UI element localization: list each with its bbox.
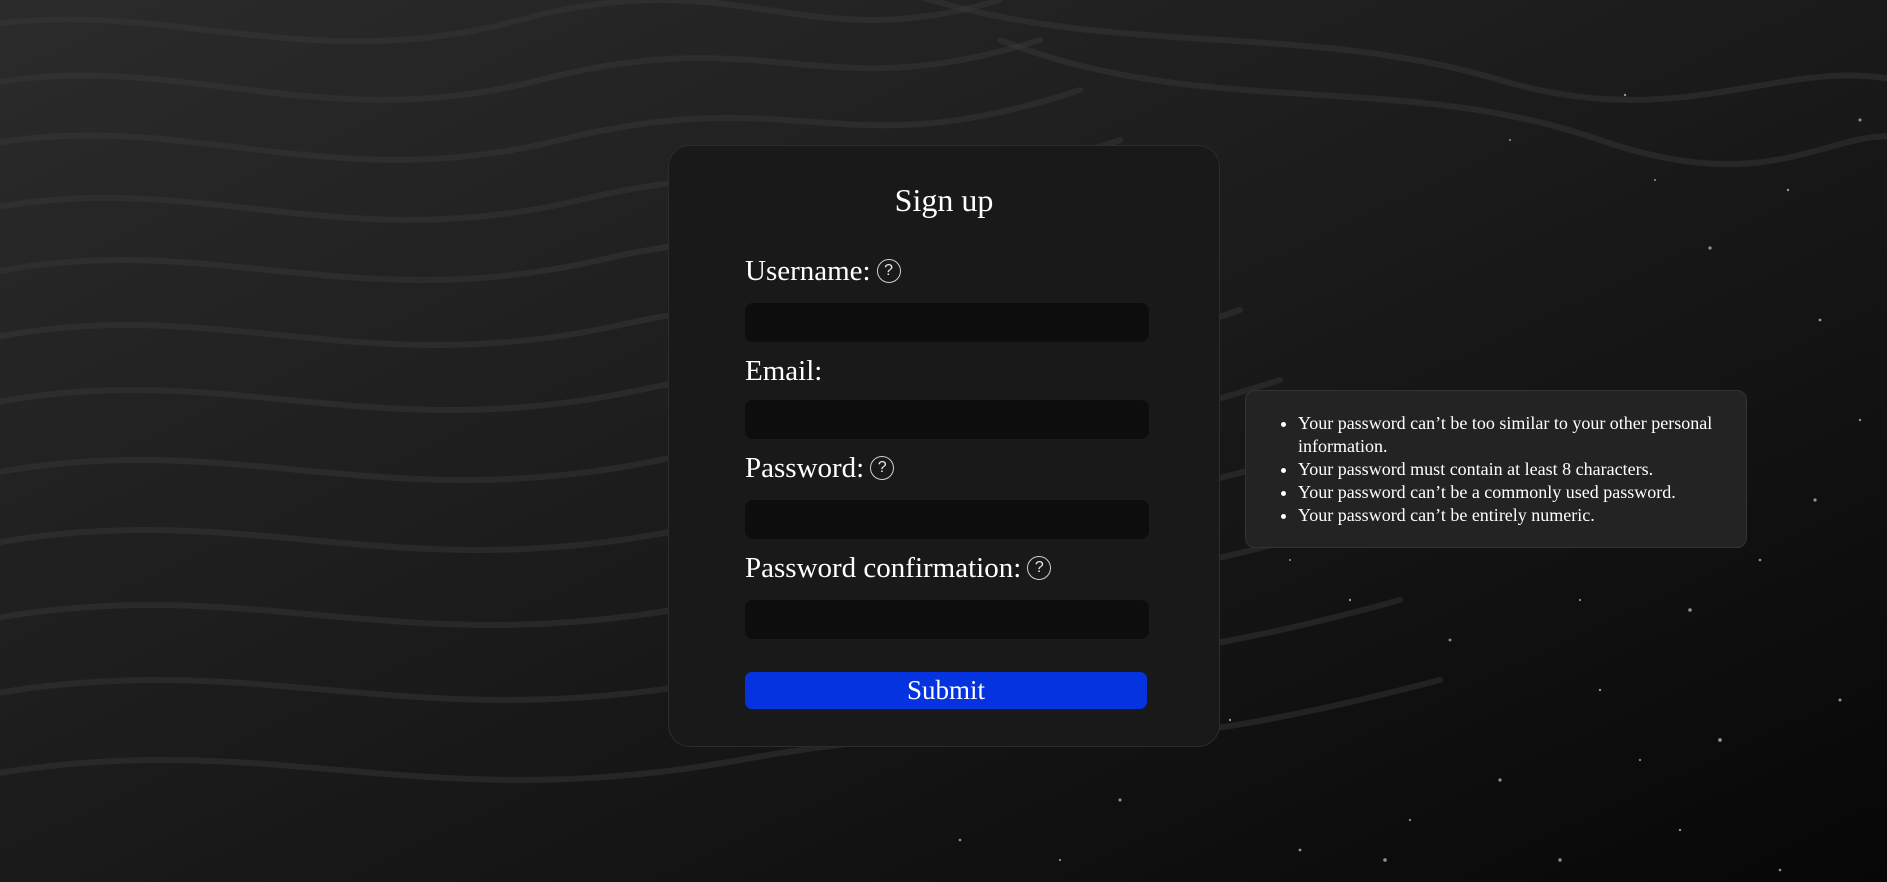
password-label-text: Password:	[745, 452, 865, 484]
password-input[interactable]	[745, 500, 1149, 539]
username-label: Username: ?	[745, 253, 901, 289]
email-label: Email:	[745, 353, 822, 389]
password-confirmation-label: Password confirmation: ?	[745, 550, 1052, 586]
submit-button[interactable]: Submit	[745, 672, 1147, 709]
email-label-text: Email:	[745, 355, 823, 387]
password-help-icon[interactable]: ?	[870, 456, 895, 480]
password-requirements-list: Your password can’t be too similar to yo…	[1246, 412, 1722, 527]
password-requirements-panel: Your password can’t be too similar to yo…	[1245, 390, 1747, 548]
signup-card: Sign up Username: ? Email: Password: ? P…	[668, 145, 1220, 747]
password-requirement-item: Your password can’t be too similar to yo…	[1298, 412, 1722, 458]
password-confirmation-label-text: Password confirmation:	[745, 552, 1022, 584]
username-label-text: Username:	[745, 255, 871, 287]
username-input[interactable]	[745, 303, 1149, 342]
email-input[interactable]	[745, 400, 1149, 439]
username-help-icon[interactable]: ?	[876, 259, 901, 283]
password-requirement-item: Your password can’t be entirely numeric.	[1298, 504, 1722, 527]
password-requirement-item: Your password can’t be a commonly used p…	[1298, 481, 1722, 504]
page-title: Sign up	[894, 182, 994, 218]
password-label: Password: ?	[745, 450, 895, 486]
password-requirement-item: Your password must contain at least 8 ch…	[1298, 458, 1722, 481]
password-confirmation-input[interactable]	[745, 600, 1149, 639]
password-confirmation-help-icon[interactable]: ?	[1027, 556, 1052, 580]
